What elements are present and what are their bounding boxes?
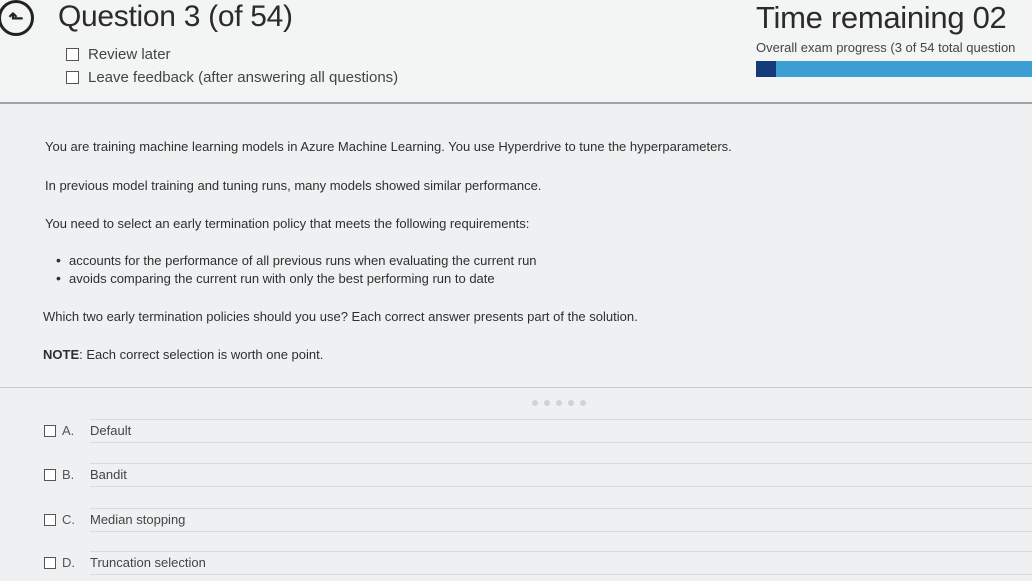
progress-bar bbox=[756, 61, 1032, 77]
progress-bar-fill bbox=[756, 61, 776, 77]
question-paragraph: You need to select an early termination … bbox=[45, 216, 530, 231]
answer-letter: C. bbox=[62, 512, 75, 527]
checkbox-icon[interactable] bbox=[66, 48, 79, 61]
answer-option-d[interactable]: D. Truncation selection bbox=[44, 555, 206, 570]
question-paragraph: You are training machine learning models… bbox=[45, 139, 732, 154]
answer-letter: B. bbox=[62, 467, 75, 482]
requirement-bullet: avoids comparing the current run with on… bbox=[56, 270, 495, 286]
leave-feedback-label: Leave feedback (after answering all ques… bbox=[88, 69, 399, 86]
answer-text: Truncation selection bbox=[90, 555, 206, 570]
checkbox-icon[interactable] bbox=[44, 424, 56, 437]
question-title: Question 3 (of 54) bbox=[58, 0, 293, 33]
progress-label: Overall exam progress (3 of 54 total que… bbox=[756, 40, 1016, 55]
answer-text: Default bbox=[90, 423, 132, 438]
note-line: NOTE: Each correct selection is worth on… bbox=[43, 347, 323, 362]
answer-row-box bbox=[90, 508, 1032, 532]
answer-row-box bbox=[90, 463, 1032, 487]
note-label: NOTE bbox=[43, 347, 80, 362]
review-later-label: Review later bbox=[88, 46, 171, 63]
leave-feedback-checkbox[interactable]: Leave feedback (after answering all ques… bbox=[66, 69, 398, 86]
checkbox-icon[interactable] bbox=[44, 468, 56, 481]
checkbox-icon[interactable] bbox=[44, 556, 56, 569]
answer-text: Median stopping bbox=[90, 512, 186, 527]
checkbox-icon[interactable] bbox=[66, 71, 79, 84]
loading-dots-icon bbox=[532, 400, 586, 406]
note-text: : Each correct selection is worth one po… bbox=[79, 347, 324, 362]
answer-option-b[interactable]: B. Bandit bbox=[44, 467, 127, 482]
answer-option-a[interactable]: A. Default bbox=[44, 423, 131, 438]
requirement-bullet: accounts for the performance of all prev… bbox=[56, 252, 537, 268]
checkbox-icon[interactable] bbox=[44, 513, 56, 526]
answer-text: Bandit bbox=[90, 467, 127, 482]
time-remaining: Time remaining 02 bbox=[756, 0, 1007, 35]
answer-letter: A. bbox=[62, 423, 75, 438]
answer-letter: D. bbox=[62, 555, 75, 570]
back-arrow-icon[interactable]: ⬑ bbox=[0, 0, 34, 36]
divider bbox=[0, 387, 1032, 388]
answer-option-c[interactable]: C. Median stopping bbox=[44, 512, 185, 527]
question-paragraph: Which two early termination policies sho… bbox=[43, 309, 638, 324]
review-later-checkbox[interactable]: Review later bbox=[66, 46, 171, 63]
answer-row-box bbox=[90, 551, 1032, 575]
question-paragraph: In previous model training and tuning ru… bbox=[45, 178, 542, 193]
answer-row-box bbox=[90, 419, 1032, 443]
exam-header: ⬑ Question 3 (of 54) Review later Leave … bbox=[0, 0, 1032, 104]
